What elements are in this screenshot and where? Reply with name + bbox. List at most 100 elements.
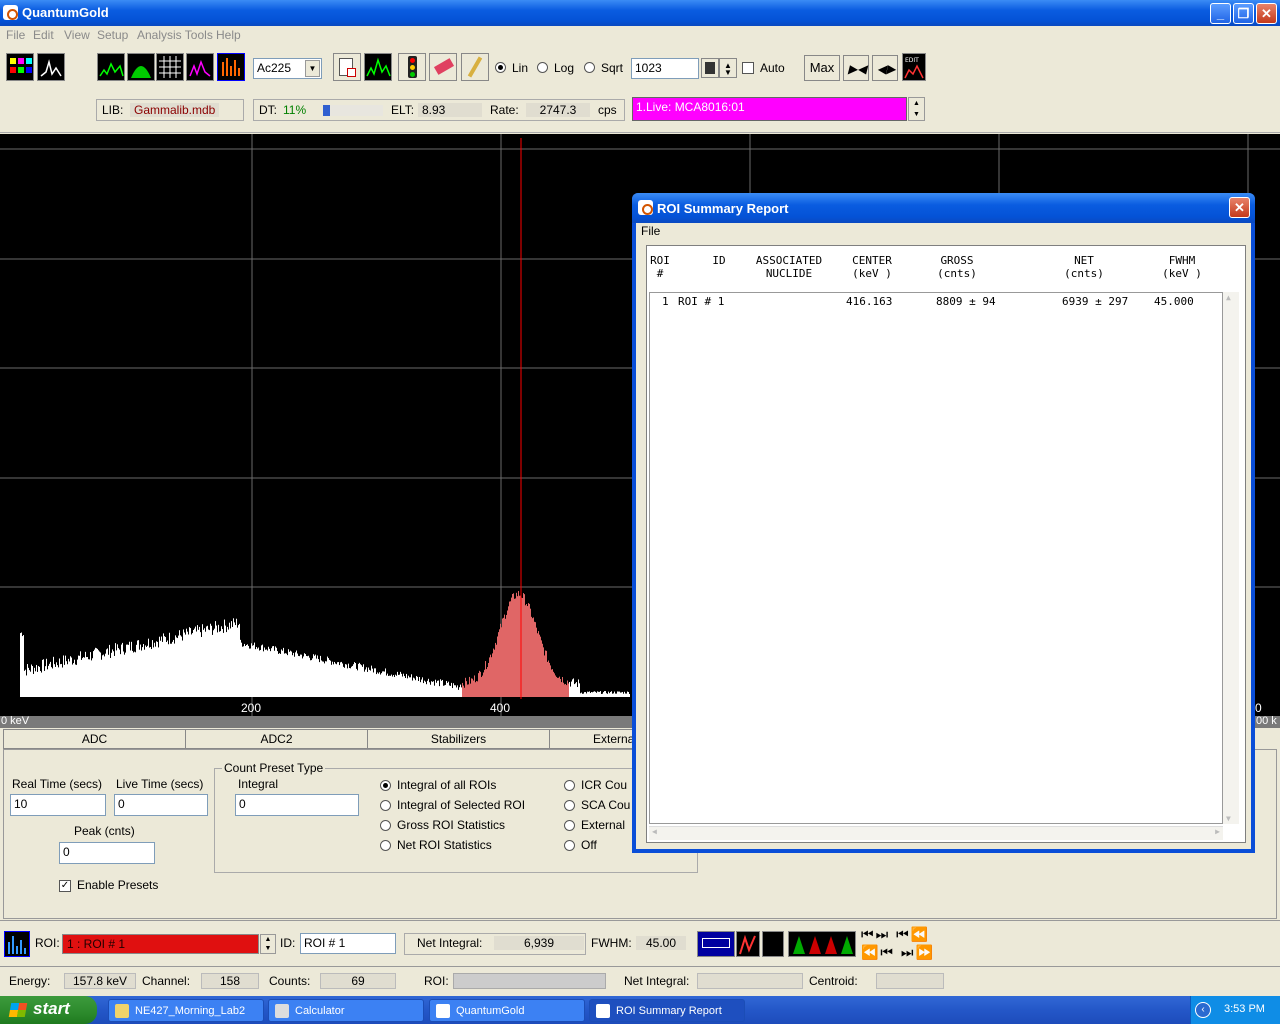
dialog-title-bar[interactable]: ROI Summary Report ✕	[632, 193, 1255, 223]
marker-icon[interactable]	[736, 931, 760, 957]
nuclide-select[interactable]: Ac225 ▼	[253, 58, 322, 79]
menu-setup[interactable]: Setup	[97, 28, 128, 42]
channel-label: Channel:	[142, 974, 191, 988]
peak-fill-icon[interactable]	[127, 53, 155, 81]
vertical-scale-input[interactable]: 1023	[631, 58, 699, 79]
task-roi-summary-report[interactable]: ROI Summary Report	[589, 999, 745, 1022]
tab-external[interactable]: Externa	[549, 729, 639, 749]
detector-spin-icon[interactable]: ▲ ▼	[908, 97, 925, 121]
id-label: ID:	[280, 936, 296, 950]
menu-analysis-tools[interactable]: Analysis Tools	[137, 28, 213, 42]
taskbar: start NE427_Morning_Lab2 Calculator Quan…	[0, 996, 1280, 1024]
chevron-down-icon[interactable]: ▼	[305, 60, 320, 77]
traffic-light-icon[interactable]	[398, 53, 426, 81]
integral-input[interactable]: 0	[235, 794, 359, 816]
cell-roi: 1	[662, 295, 669, 308]
color-palette-icon[interactable]	[6, 53, 34, 81]
roi-id-input[interactable]: ROI # 1	[300, 933, 396, 954]
report-icon[interactable]	[333, 53, 361, 81]
cell-fwhm: 45.000	[1154, 295, 1194, 308]
roi-spectrum-icon[interactable]	[186, 53, 214, 81]
tray-expand-icon[interactable]: ‹	[1195, 1002, 1211, 1018]
roi-tools-icon[interactable]	[788, 931, 856, 957]
menu-help[interactable]: Help	[216, 28, 241, 42]
navigation-arrows-icon[interactable]: ⏮⏭ ⏮⏪ ⏪⏮ ⏭⏩	[861, 925, 957, 963]
sca-counts-label: SCA Cou	[581, 798, 631, 812]
live-time-input[interactable]: 0	[114, 794, 208, 816]
system-tray: ‹ 3:53 PM	[1190, 996, 1280, 1024]
quantumgold-icon	[436, 1004, 450, 1018]
external-label: External	[581, 818, 626, 832]
detector-select[interactable]: 1.Live: MCA8016:01	[632, 97, 907, 121]
tab-stabilizers[interactable]: Stabilizers	[367, 729, 550, 749]
dead-time-bar	[323, 105, 383, 116]
dead-time-bar-fill	[323, 105, 330, 116]
enable-presets-checkbox[interactable]: ✓	[59, 880, 71, 892]
minimize-button[interactable]: _	[1210, 3, 1231, 24]
tab-adc[interactable]: ADC	[3, 729, 186, 749]
net-roi-statistics-radio[interactable]	[380, 840, 391, 851]
menu-file[interactable]: File	[6, 28, 25, 42]
external-radio[interactable]	[564, 820, 575, 831]
spin-updown-icon[interactable]: ▲ ▼	[719, 58, 737, 78]
centroid-label: Centroid:	[809, 974, 858, 988]
icr-counts-radio[interactable]	[564, 780, 575, 791]
real-time-input[interactable]: 10	[10, 794, 106, 816]
spectrum-view-icon[interactable]	[37, 53, 65, 81]
rate-unit: cps	[598, 103, 617, 117]
report-horizontal-scrollbar[interactable]: ◀ ▶	[649, 826, 1223, 840]
calculator-icon	[275, 1004, 289, 1018]
header-nuclide: ASSOCIATED NUCLIDE	[755, 254, 823, 280]
maximize-button[interactable]: ❐	[1233, 3, 1254, 24]
sca-counts-radio[interactable]	[564, 800, 575, 811]
tab-adc2[interactable]: ADC2	[185, 729, 368, 749]
grid-icon[interactable]	[156, 53, 184, 81]
menu-view[interactable]: View	[64, 28, 90, 42]
expand-horizontal-icon[interactable]: ▶◀	[843, 55, 869, 81]
status-net-integral-value	[697, 973, 803, 989]
scale-log-radio[interactable]	[537, 62, 548, 73]
peak-input[interactable]: 0	[59, 842, 155, 864]
dialog-close-button[interactable]: ✕	[1229, 197, 1250, 218]
roi-spectrum-icon[interactable]	[4, 931, 30, 957]
status-roi-value	[453, 973, 606, 989]
integral-label: Integral	[238, 777, 279, 791]
zoom-fit-icon[interactable]	[701, 58, 719, 78]
report-list[interactable]: 1 ROI # 1 416.163 8809 ± 94 6939 ± 297 4…	[649, 292, 1223, 824]
pencil-icon[interactable]	[461, 53, 489, 81]
edit-spectrum-icon[interactable]: EDIT	[902, 53, 926, 81]
rate-value: 2747.3	[526, 103, 590, 117]
eraser-icon[interactable]	[429, 53, 457, 81]
full-spectrum-icon[interactable]	[97, 53, 125, 81]
label-peaks-icon[interactable]	[697, 931, 735, 957]
auto-scale-checkbox[interactable]	[742, 62, 754, 74]
task-ne427-morning-lab2[interactable]: NE427_Morning_Lab2	[108, 999, 264, 1022]
dt-value: 11%	[283, 103, 307, 117]
task-calculator[interactable]: Calculator	[268, 999, 424, 1022]
max-button[interactable]: Max	[804, 55, 840, 81]
roi-spin-icon[interactable]: ▲ ▼	[260, 934, 276, 954]
integral-selected-roi-radio[interactable]	[380, 800, 391, 811]
fwhm-label: FWHM:	[591, 936, 632, 950]
blank-display-icon[interactable]	[762, 931, 784, 957]
spectrum-compare-icon[interactable]	[364, 53, 392, 81]
close-button[interactable]: ✕	[1256, 3, 1277, 24]
menu-edit[interactable]: Edit	[33, 28, 54, 42]
report-vertical-scrollbar[interactable]: ▲ ▼	[1223, 292, 1239, 824]
dialog-menu-file[interactable]: File	[641, 224, 660, 238]
off-radio[interactable]	[564, 840, 575, 851]
dialog-app-icon	[638, 200, 653, 215]
scale-lin-radio[interactable]	[495, 62, 506, 73]
gross-roi-statistics-radio[interactable]	[380, 820, 391, 831]
scale-sqrt-radio[interactable]	[584, 62, 595, 73]
status-bar: Energy: 157.8 keV Channel: 158 Counts: 6…	[0, 966, 1280, 994]
start-button[interactable]: start	[0, 996, 97, 1024]
elt-value: 8.93	[418, 103, 482, 117]
roi-select[interactable]: 1 : ROI # 1	[62, 934, 259, 954]
library-peaks-icon[interactable]	[217, 53, 245, 81]
counts-label: Counts:	[269, 974, 311, 988]
task-quantumgold[interactable]: QuantumGold	[429, 999, 585, 1022]
integral-all-rois-radio[interactable]	[380, 780, 391, 791]
compress-horizontal-icon[interactable]: ◀▶	[872, 55, 898, 81]
status-net-integral-label: Net Integral:	[624, 974, 690, 988]
